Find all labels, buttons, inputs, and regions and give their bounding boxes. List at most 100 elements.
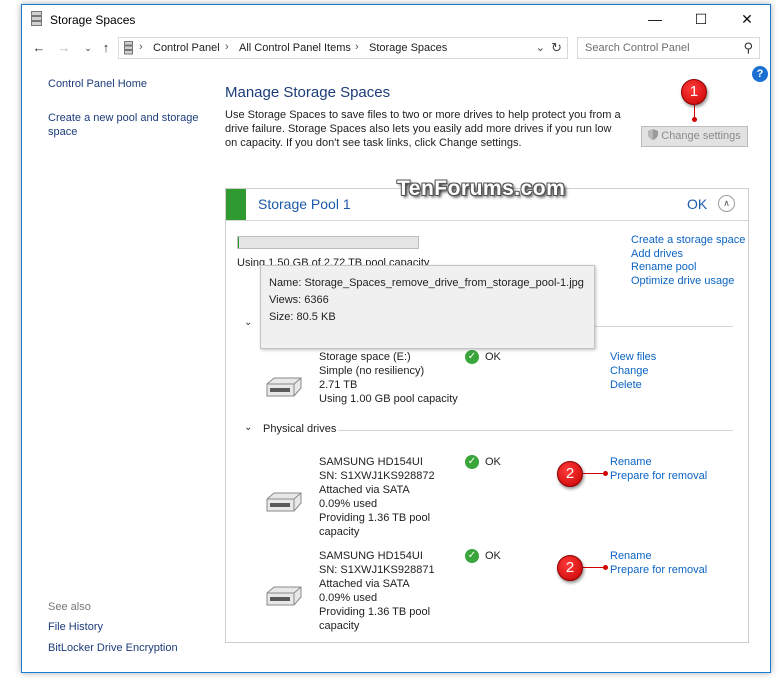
annotation-pointer-dot (692, 117, 697, 122)
close-button[interactable]: ✕ (724, 5, 770, 34)
annotation-badge-2: 2 (557, 461, 583, 487)
tooltip-name: Name: Storage_Spaces_remove_drive_from_s… (269, 277, 584, 289)
hard-drive-icon (266, 586, 302, 606)
drive-model: SAMSUNG HD154UI (319, 456, 423, 468)
drive-connection: Attached via SATA (319, 578, 410, 590)
ok-check-icon: ✓ (465, 549, 479, 563)
drive-capacity: Providing 1.36 TB pool capacity (319, 512, 431, 538)
address-dropdown-chevron-icon[interactable]: ⌄ (536, 41, 545, 54)
view-files-link[interactable]: View files (610, 350, 656, 364)
recent-locations-chevron-icon[interactable]: ⌄ (80, 39, 96, 57)
storage-space-info: Storage space (E:) Simple (no resiliency… (319, 350, 469, 406)
storage-space-usage: Using 1.00 GB pool capacity (319, 393, 458, 405)
pool-status-bar (226, 189, 246, 220)
annotation-pointer-line (583, 567, 605, 568)
pool-usage-bar (237, 236, 419, 249)
window-title: Storage Spaces (50, 13, 136, 27)
physical-drives-title: Physical drives (263, 423, 337, 435)
page-description: Use Storage Spaces to save files to two … (225, 109, 621, 149)
prepare-for-removal-link[interactable]: Prepare for removal (610, 469, 707, 483)
pool-name: Storage Pool 1 (258, 196, 351, 212)
search-input[interactable]: Search Control Panel ⚲ (577, 37, 760, 59)
address-box[interactable]: › Control Panel › All Control Panel Item… (118, 37, 568, 59)
prepare-for-removal-link[interactable]: Prepare for removal (610, 563, 707, 577)
storage-spaces-section-chevron-icon[interactable]: ⌄ (244, 317, 252, 328)
tooltip-views: Views: 6366 (269, 294, 329, 306)
breadcrumb-all-control-panel-items[interactable]: All Control Panel Items (239, 42, 351, 54)
storage-space-name: Storage space (E:) (319, 351, 411, 363)
breadcrumb-separator: › (139, 41, 143, 53)
sidebar-link-bitlocker[interactable]: BitLocker Drive Encryption (48, 642, 178, 654)
add-drives-link[interactable]: Add drives (631, 248, 746, 262)
search-placeholder: Search Control Panel (585, 42, 690, 54)
uac-shield-icon (648, 129, 659, 140)
optimize-drive-usage-link[interactable]: Optimize drive usage (631, 275, 746, 289)
watermark: TenForums.com (397, 177, 566, 200)
see-also-heading: See also (48, 601, 91, 613)
rename-drive-link[interactable]: Rename (610, 455, 707, 469)
drive-serial: SN: S1XWJ1KS928872 (319, 470, 435, 482)
drive-connection: Attached via SATA (319, 484, 410, 496)
breadcrumb-separator[interactable]: › (225, 41, 229, 53)
pool-status: OK (687, 196, 708, 212)
drive-used: 0.09% used (319, 498, 378, 510)
storage-spaces-location-icon (124, 41, 133, 55)
refresh-icon[interactable]: ↻ (551, 40, 562, 56)
breadcrumb-control-panel[interactable]: Control Panel (153, 42, 220, 54)
drive-serial: SN: S1XWJ1KS928871 (319, 564, 435, 576)
change-settings-button[interactable]: Change settings (641, 126, 748, 147)
storage-spaces-app-icon (31, 11, 42, 26)
drive-links: Rename Prepare for removal (610, 455, 707, 483)
drive-links: Rename Prepare for removal (610, 549, 707, 577)
help-icon[interactable]: ? (752, 66, 768, 82)
up-arrow-icon[interactable]: ↑ (98, 39, 114, 57)
breadcrumb-storage-spaces[interactable]: Storage Spaces (369, 42, 447, 54)
create-storage-space-link[interactable]: Create a storage space (631, 234, 746, 248)
maximize-button[interactable]: ☐ (678, 5, 724, 34)
ok-check-icon: ✓ (465, 455, 479, 469)
pool-task-links: Create a storage space Add drives Rename… (631, 234, 746, 288)
drive-model: SAMSUNG HD154UI (319, 550, 423, 562)
storage-space-status: OK (485, 351, 501, 363)
physical-drives-chevron-icon[interactable]: ⌄ (244, 422, 252, 433)
change-link[interactable]: Change (610, 364, 656, 378)
storage-spaces-window: Storage Spaces — ☐ ✕ ← → ⌄ ↑ › Control P… (21, 4, 771, 673)
page-title: Manage Storage Spaces (225, 84, 391, 101)
virtual-drive-icon (266, 377, 302, 397)
rename-pool-link[interactable]: Rename pool (631, 261, 746, 275)
section-divider (338, 430, 733, 431)
sidebar-link-file-history[interactable]: File History (48, 621, 103, 633)
annotation-badge-2: 2 (557, 555, 583, 581)
delete-link[interactable]: Delete (610, 378, 656, 392)
drive-status: OK (485, 456, 501, 468)
forward-arrow-icon[interactable]: → (56, 39, 72, 57)
back-arrow-icon[interactable]: ← (31, 39, 47, 57)
tooltip-size: Size: 80.5 KB (269, 311, 336, 323)
annotation-badge-1: 1 (681, 79, 707, 105)
annotation-pointer-dot (603, 565, 608, 570)
drive-status: OK (485, 550, 501, 562)
sidebar-link-create-pool[interactable]: Create a new pool and storage space (48, 111, 213, 139)
rename-drive-link[interactable]: Rename (610, 549, 707, 563)
annotation-pointer-line (583, 473, 605, 474)
storage-space-resiliency: Simple (no resiliency) (319, 365, 425, 377)
drive-capacity: Providing 1.36 TB pool capacity (319, 606, 431, 632)
title-bar: Storage Spaces — ☐ ✕ (22, 5, 770, 34)
sidebar-link-control-panel-home[interactable]: Control Panel Home (48, 78, 147, 90)
collapse-chevron-icon[interactable]: ∧ (718, 195, 735, 212)
drive-info: SAMSUNG HD154UI SN: S1XWJ1KS928871 Attac… (319, 549, 439, 633)
section-divider (595, 326, 733, 327)
ok-check-icon: ✓ (465, 350, 479, 364)
image-info-tooltip: Name: Storage_Spaces_remove_drive_from_s… (260, 265, 595, 349)
storage-space-size: 2.71 TB (319, 379, 358, 391)
drive-used: 0.09% used (319, 592, 378, 604)
search-icon[interactable]: ⚲ (743, 40, 753, 56)
minimize-button[interactable]: — (632, 5, 678, 34)
drive-info: SAMSUNG HD154UI SN: S1XWJ1KS928872 Attac… (319, 455, 439, 539)
change-settings-label: Change settings (661, 130, 741, 142)
breadcrumb-separator[interactable]: › (355, 41, 359, 53)
storage-space-links: View files Change Delete (610, 350, 656, 392)
annotation-pointer-dot (603, 471, 608, 476)
hard-drive-icon (266, 492, 302, 512)
address-bar-row: ← → ⌄ ↑ › Control Panel › All Control Pa… (22, 36, 770, 62)
